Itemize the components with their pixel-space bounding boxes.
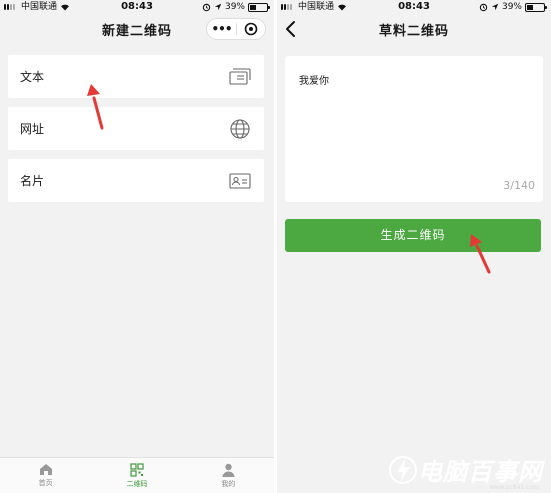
battery-icon <box>248 2 270 12</box>
tab-label: 二维码 <box>126 480 148 488</box>
watermark-url: www.pc841.com <box>489 484 539 491</box>
target-icon <box>244 22 258 36</box>
tab-label: 首页 <box>38 479 53 487</box>
status-bar: 中国联通 08:43 39% <box>277 0 551 14</box>
site-watermark: 电脑百事网 www.pc841.com <box>388 452 543 491</box>
alarm-icon <box>479 3 488 11</box>
contact-card-icon <box>229 173 251 189</box>
red-arrow-pointer <box>470 234 491 274</box>
new-qrcode-screen: 中国联通 08:43 39% 新建二维码 ••• 文本 网址 名片 首页 二维码… <box>0 0 274 493</box>
lightning-logo-icon <box>389 455 417 484</box>
globe-icon <box>230 119 250 139</box>
more-button[interactable]: ••• <box>207 19 236 39</box>
status-bar: 中国联通 08:43 39% <box>0 0 274 14</box>
menu-item-label: 文本 <box>20 70 45 84</box>
red-arrow-pointer <box>87 84 104 130</box>
tab-bar: 首页 二维码 我的 <box>0 457 274 493</box>
page-title: 草料二维码 <box>378 24 449 39</box>
draft-qrcode-screen: 中国联通 08:43 39% 草料二维码 我爱你 3/140 生成二维码 电脑百… <box>277 0 551 493</box>
qr-code-icon <box>130 463 144 477</box>
battery-percent: 39% <box>224 2 245 12</box>
location-icon <box>491 3 499 11</box>
battery-icon <box>525 2 547 12</box>
content-textarea[interactable]: 我爱你 3/140 <box>285 56 543 202</box>
person-icon <box>222 463 235 477</box>
menu-item-text[interactable]: 文本 <box>8 55 264 98</box>
menu-item-business-card[interactable]: 名片 <box>8 159 264 202</box>
menu-item-url[interactable]: 网址 <box>8 107 264 150</box>
generate-qrcode-button[interactable]: 生成二维码 <box>285 219 541 252</box>
home-icon <box>39 464 52 475</box>
textarea-value: 我爱你 <box>299 76 329 87</box>
tab-home[interactable]: 首页 <box>0 458 91 493</box>
tab-qrcode[interactable]: 二维码 <box>91 458 182 493</box>
location-icon <box>214 3 222 11</box>
mini-program-capsule: ••• <box>206 18 266 40</box>
menu-item-label: 名片 <box>20 174 45 188</box>
tab-profile[interactable]: 我的 <box>183 458 274 493</box>
alarm-icon <box>202 3 211 11</box>
char-counter: 3/140 <box>503 179 535 192</box>
battery-percent: 39% <box>501 2 522 12</box>
tab-label: 我的 <box>221 480 236 488</box>
watermark-text: 电脑百事网 <box>418 458 543 486</box>
text-card-icon <box>229 68 251 85</box>
nav-bar: 新建二维码 ••• <box>0 14 274 44</box>
close-mini-program-button[interactable] <box>237 22 265 36</box>
menu-item-label: 网址 <box>20 122 45 136</box>
nav-bar: 草料二维码 <box>277 14 551 44</box>
